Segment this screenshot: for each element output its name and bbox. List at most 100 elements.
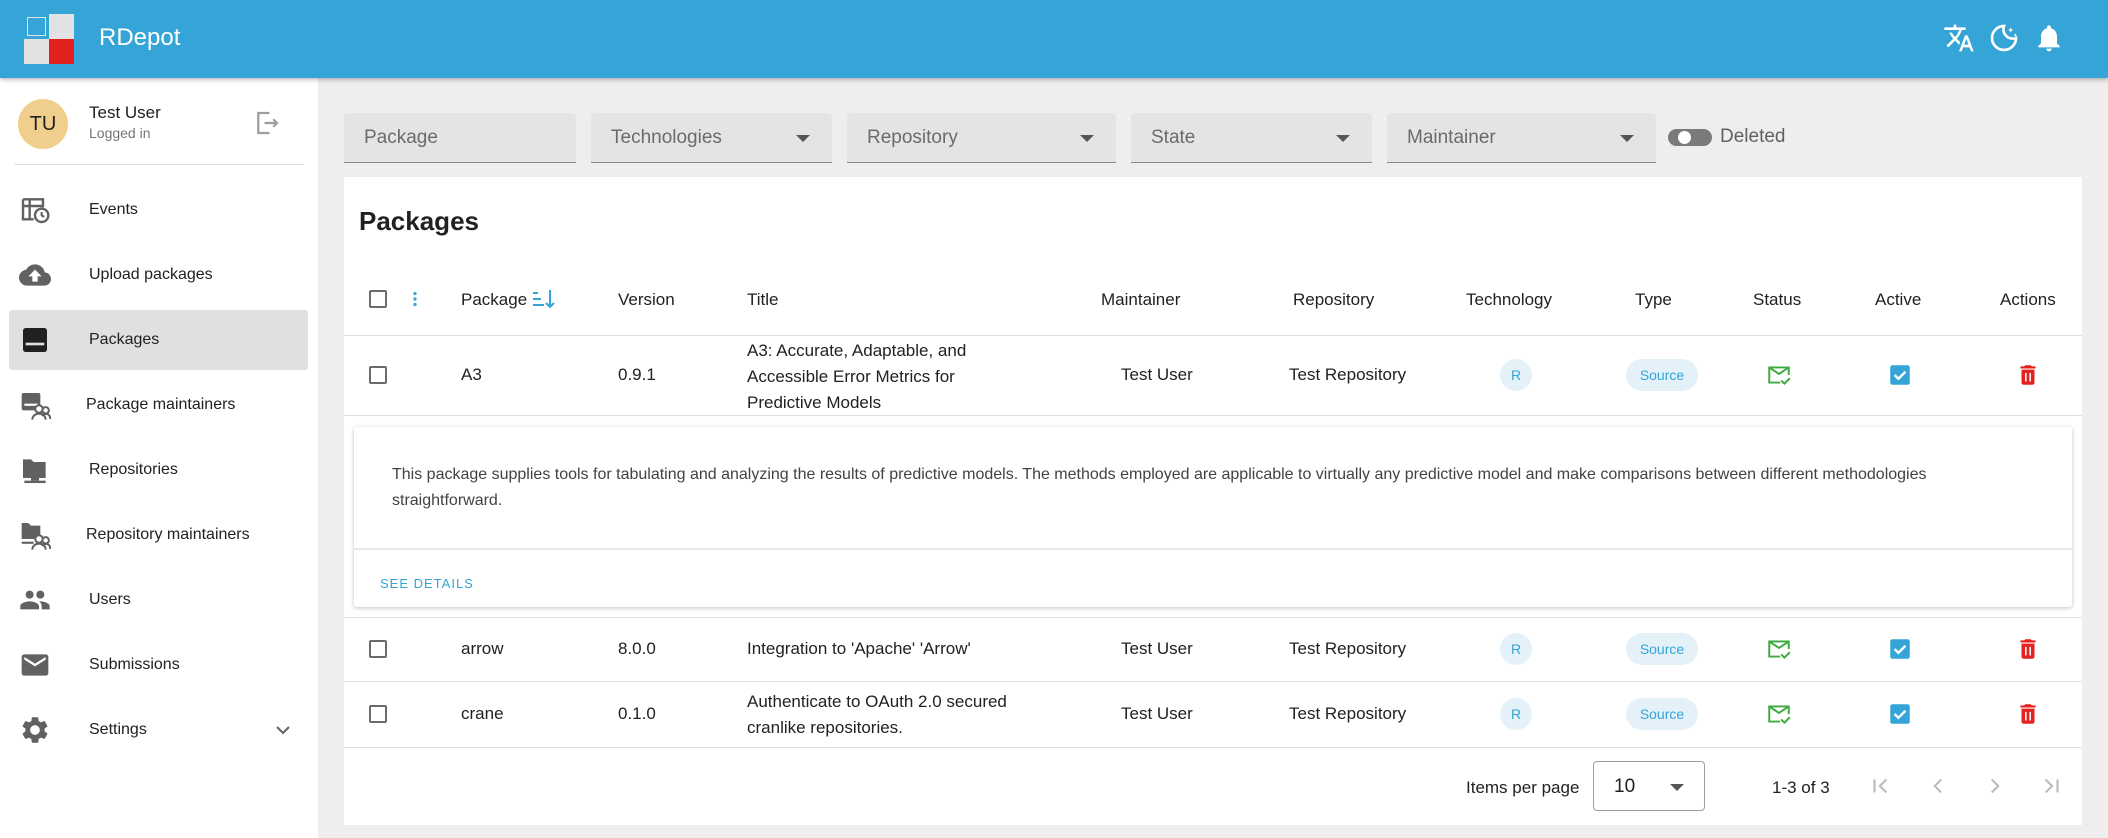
dropdown-caret-icon [1620,135,1634,142]
sidebar-item-label: Users [89,591,131,608]
top-app-bar: RDepot [0,0,2108,78]
sidebar-item-settings[interactable]: Settings [9,700,308,760]
select-all-checkbox[interactable] [369,290,387,308]
see-details-button[interactable]: SEE DETAILS [380,576,474,591]
package-maintainers-icon [21,393,51,420]
divider [354,548,2072,550]
deleted-toggle-thumb[interactable] [1678,131,1691,144]
sidebar-item-users[interactable]: Users [9,570,308,630]
active-checkbox[interactable] [1887,701,1913,727]
sidebar-item-label: Repositories [89,461,178,478]
mail-icon [21,654,49,676]
sidebar: TU Test User Logged in Events Upload pac… [0,78,318,838]
dark-mode-icon[interactable] [1988,22,2020,54]
deleted-toggle-label: Deleted [1720,126,1786,147]
cloud-upload-icon [19,264,51,286]
column-header-title[interactable]: Title [747,290,779,310]
active-checkbox[interactable] [1887,636,1913,662]
dropdown-caret-icon [796,135,810,142]
package-filter-input[interactable]: Package [344,113,576,163]
dropdown-caret-icon [1336,135,1350,142]
sidebar-item-label: Settings [89,721,147,738]
user-status: Logged in [89,125,151,141]
row-checkbox[interactable] [369,705,387,723]
filter-placeholder: State [1151,127,1196,148]
submission-accepted-icon [1768,640,1791,660]
chevron-down-icon [276,726,290,735]
technology-chip: R [1500,698,1532,730]
packages-card: Packages Package Version Title Maintaine… [344,177,2082,825]
delete-icon[interactable] [2015,362,2041,388]
sidebar-item-label: Package maintainers [86,396,236,413]
dropdown-caret-icon [1080,135,1094,142]
column-header-status[interactable]: Status [1753,290,1801,310]
last-page-icon[interactable] [2038,773,2064,799]
previous-page-icon[interactable] [1925,773,1951,799]
active-checkbox[interactable] [1887,362,1913,388]
folder-icon [23,459,46,484]
column-header-actions: Actions [2000,290,2056,309]
row-checkbox[interactable] [369,640,387,658]
sidebar-item-label: Packages [89,331,160,348]
package-repository: Test Repository [1289,704,1407,723]
filter-placeholder: Package [364,127,438,148]
delete-icon[interactable] [2015,701,2041,727]
technologies-filter-select[interactable]: Technologies [591,113,832,163]
column-menu-icon[interactable] [404,288,426,310]
sidebar-item-repository-maintainers[interactable]: Repository maintainers [9,505,308,565]
sidebar-item-label: Submissions [89,656,180,673]
column-header-package[interactable]: Package [461,290,527,310]
filter-placeholder: Repository [867,127,958,148]
sidebar-item-package-maintainers[interactable]: Package maintainers [9,375,308,435]
column-header-type[interactable]: Type [1635,290,1672,310]
divider [344,415,2082,416]
notifications-icon[interactable] [2033,22,2065,54]
column-header-active: Active [1875,290,1922,309]
package-repository: Test Repository [1289,365,1407,384]
items-per-page-select[interactable]: 10 [1593,761,1705,811]
type-chip: Source [1626,359,1698,391]
sidebar-item-packages[interactable]: Packages [9,310,308,370]
package-details-panel: This package supplies tools for tabulati… [354,427,2072,607]
divider [344,681,2082,682]
package-version: 0.9.1 [618,365,656,384]
sidebar-item-events[interactable]: Events [9,180,308,240]
maintainer-filter-select[interactable]: Maintainer [1387,113,1656,163]
technology-chip: R [1500,359,1532,391]
column-header-version[interactable]: Version [618,290,675,310]
state-filter-select[interactable]: State [1131,113,1372,163]
user-name: Test User [89,103,161,122]
sidebar-item-submissions[interactable]: Submissions [9,635,308,695]
sidebar-item-repositories[interactable]: Repositories [9,440,308,500]
package-maintainer: Test User [1121,704,1193,723]
users-icon [20,590,50,610]
first-page-icon[interactable] [1868,773,1894,799]
repository-filter-select[interactable]: Repository [847,113,1116,163]
logout-icon[interactable] [252,108,282,138]
column-header-maintainer[interactable]: Maintainer [1101,290,1180,310]
delete-icon[interactable] [2015,636,2041,662]
package-title: Integration to 'Apache' 'Arrow' [747,639,971,658]
filter-placeholder: Maintainer [1407,127,1496,148]
next-page-icon[interactable] [1982,773,2008,799]
submission-accepted-icon [1768,705,1791,725]
column-header-technology[interactable]: Technology [1466,290,1552,310]
package-maintainer: Test User [1121,365,1193,384]
sidebar-item-upload-packages[interactable]: Upload packages [9,245,308,305]
package-version: 8.0.0 [618,639,656,658]
repository-maintainers-icon [21,523,51,550]
package-name: A3 [461,365,482,384]
sidebar-item-label: Upload packages [89,266,213,283]
translate-icon[interactable] [1943,22,1975,54]
app-title: RDepot [99,24,181,51]
sidebar-item-label: Repository maintainers [86,526,250,543]
sort-ascending-icon[interactable] [531,287,557,311]
row-checkbox[interactable] [369,366,387,384]
package-name: crane [461,704,504,723]
divider [14,164,304,165]
pagination-range: 1-3 of 3 [1772,778,1830,797]
package-maintainer: Test User [1121,639,1193,658]
package-repository: Test Repository [1289,639,1407,658]
column-header-repository[interactable]: Repository [1293,290,1374,310]
divider [344,617,2082,618]
